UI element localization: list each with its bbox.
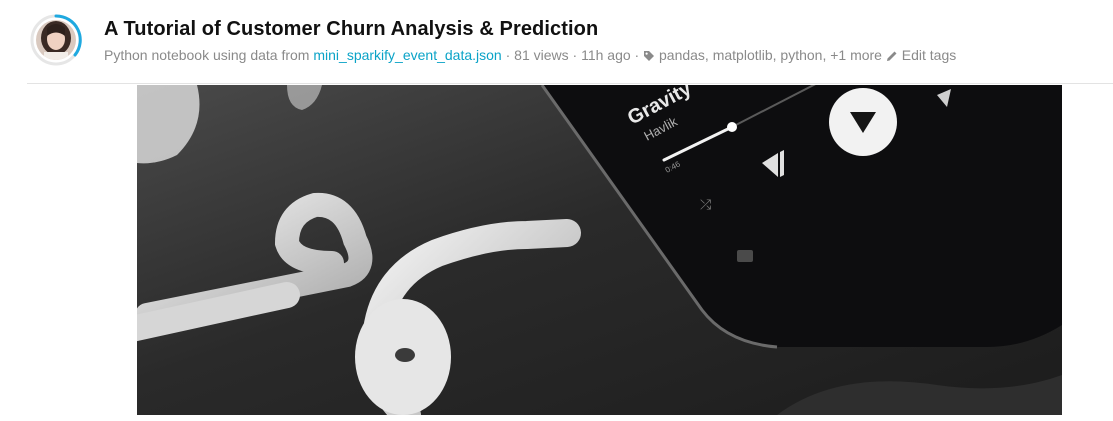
hero-image: Gravity Havlik 0:46 ⤮: [137, 85, 1062, 415]
dataset-link[interactable]: mini_sparkify_event_data.json: [313, 47, 501, 63]
notebook-title: A Tutorial of Customer Churn Analysis & …: [104, 18, 599, 40]
edit-tags-link[interactable]: Edit tags: [902, 47, 956, 63]
user-avatar[interactable]: [30, 14, 82, 66]
notebook-header: A Tutorial of Customer Churn Analysis & …: [0, 0, 1113, 84]
meta-separator: ·: [568, 47, 582, 63]
meta-separator: ·: [501, 47, 515, 63]
meta-separator: ·: [630, 47, 644, 63]
tag-icon: [643, 49, 655, 65]
svg-text:⤮: ⤮: [700, 197, 711, 213]
pencil-icon: [886, 49, 898, 65]
notebook-meta: Python notebook using data from mini_spa…: [104, 47, 956, 65]
tag-list[interactable]: pandas, matplotlib, python, +1 more: [659, 47, 882, 63]
notebook-age: 11h ago: [581, 47, 631, 63]
view-count: 81 views: [514, 47, 569, 63]
notebook-type: Python notebook using data from: [104, 47, 310, 63]
header-divider: [27, 83, 1113, 84]
